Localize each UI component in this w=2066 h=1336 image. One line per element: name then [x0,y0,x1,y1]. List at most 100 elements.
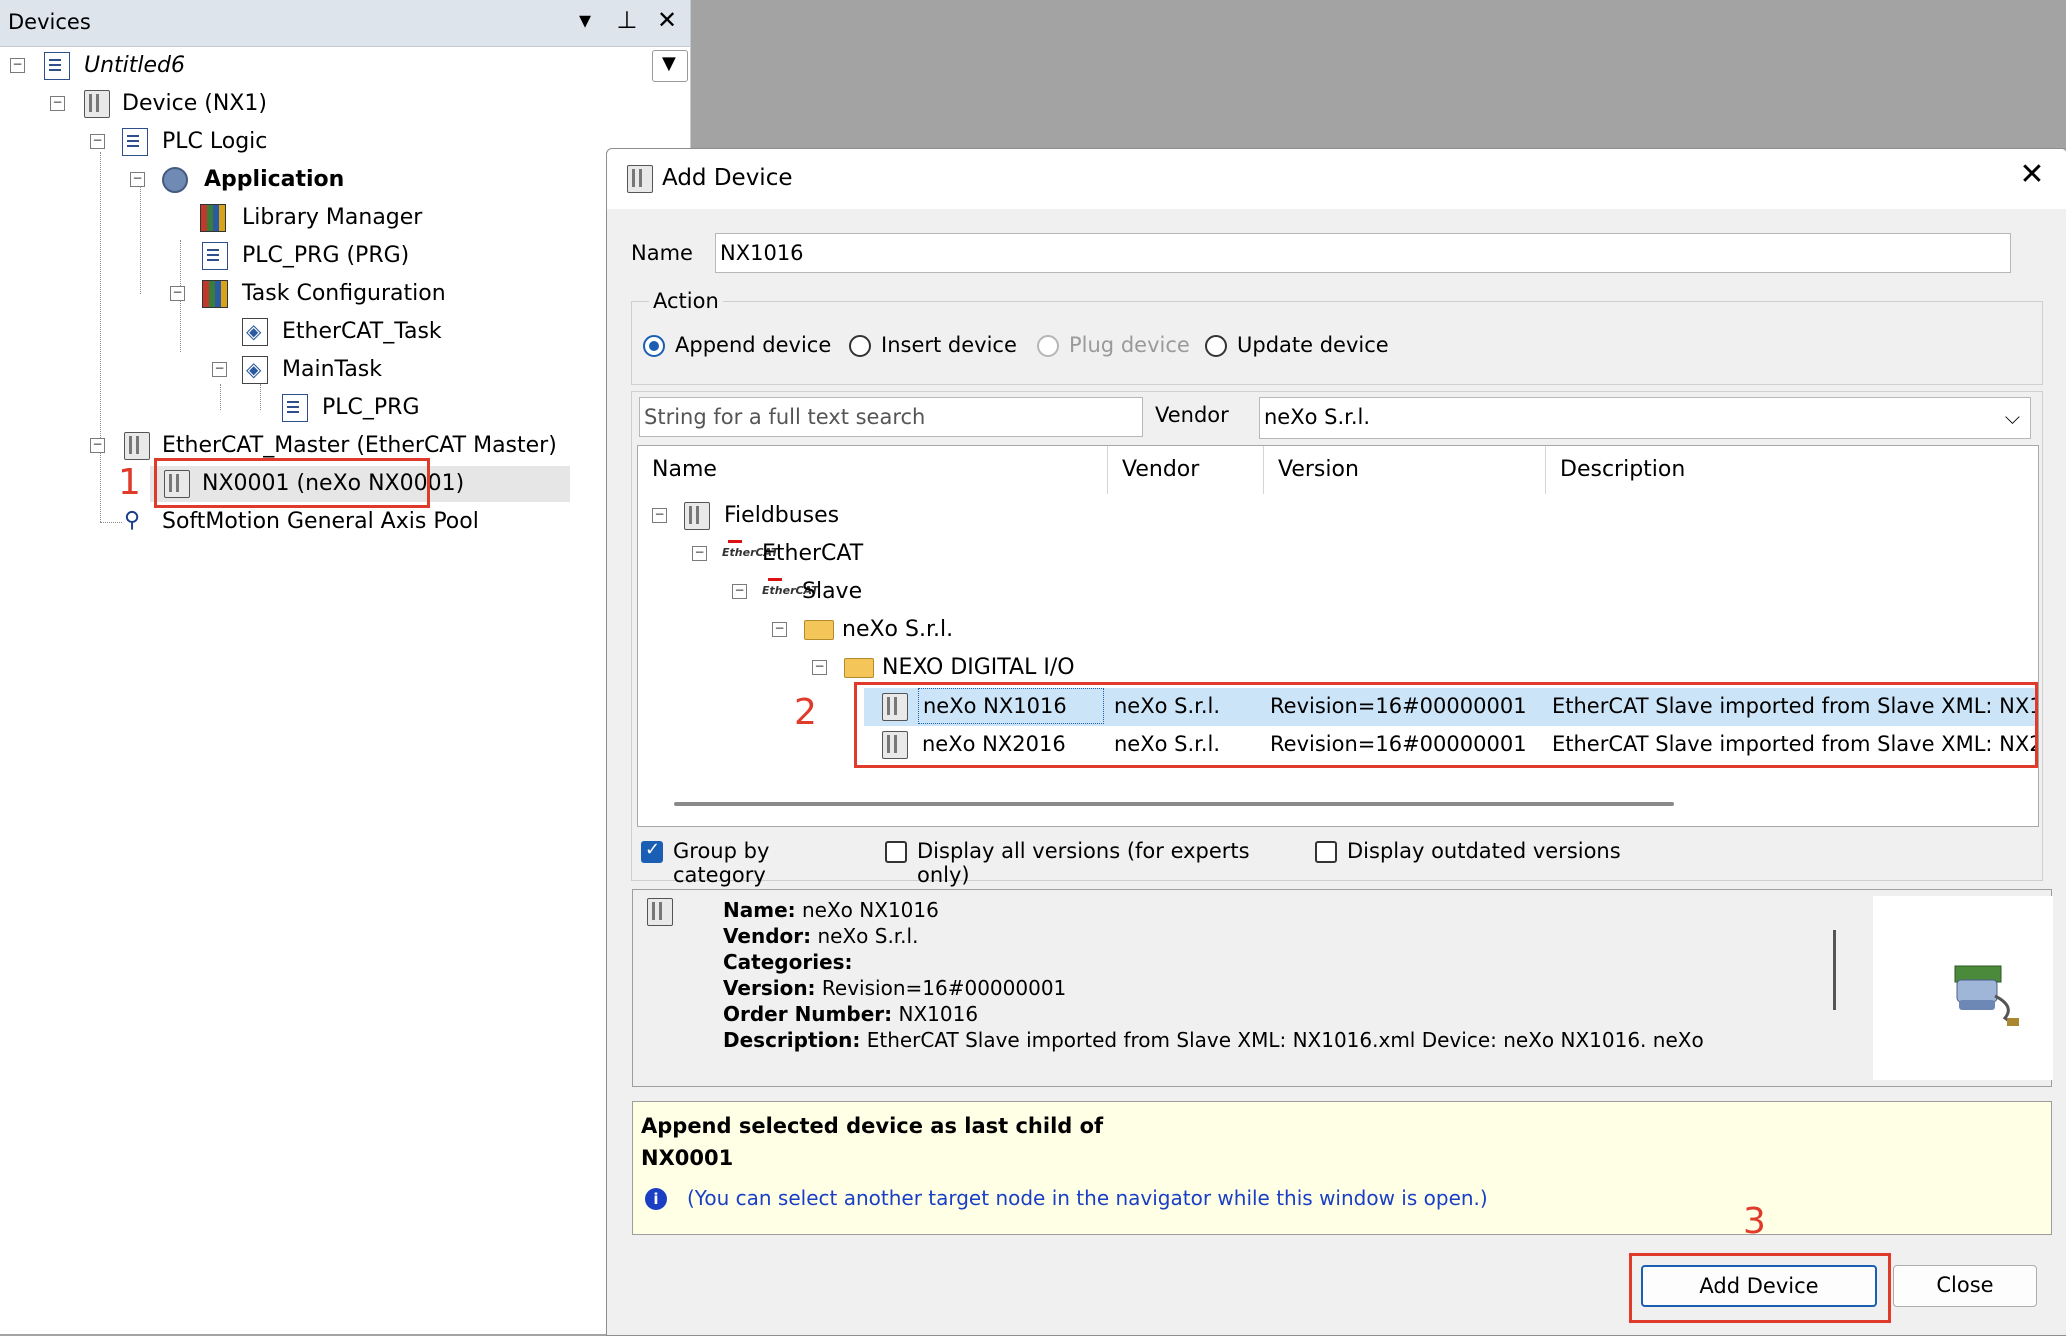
catalog-item-label: Slave [802,579,863,604]
info-scrollbar[interactable] [1833,930,1836,1010]
collapse-icon[interactable]: − [90,134,105,149]
device-info-panel: Name: neXo NX1016 Vendor: neXo S.r.l. Ca… [632,889,2053,1087]
annotation-number-1: 1 [118,462,141,503]
display-all-versions-checkbox[interactable]: Display all versions (for experts only) [885,839,1305,887]
tree-item-application[interactable]: − Application [0,162,680,198]
device-icon [84,90,110,118]
annotation-box-2 [854,682,2038,768]
collapse-icon[interactable]: − [50,96,65,111]
collapse-icon[interactable]: − [732,584,747,599]
radio-label: Plug device [1069,333,1190,357]
library-icon [200,204,226,232]
dropdown-arrow-icon[interactable]: ▾ [570,6,600,34]
tree-item-label: EtherCAT_Task [282,319,442,344]
collapse-icon[interactable]: − [130,172,145,187]
close-icon[interactable]: ✕ [2012,157,2052,192]
tree-item-label: Application [204,167,345,192]
checkbox-unchecked[interactable] [1315,841,1337,863]
ethercat-icon: EtherCAT [722,540,779,566]
checkbox-unchecked[interactable] [885,841,907,863]
catalog-item-slave[interactable]: − EtherCAT Slave [638,574,2038,610]
catalog-item-vendor-folder[interactable]: − neXo S.r.l. [638,612,2038,648]
project-icon [44,52,70,80]
collapse-icon[interactable]: − [772,622,787,637]
collapse-icon[interactable]: − [692,546,707,561]
plug-device-radio: Plug device [1037,333,1197,363]
fieldbus-icon [684,502,710,530]
collapse-icon[interactable]: − [170,286,185,301]
tree-item-plc-logic[interactable]: − PLC Logic [0,124,680,160]
tree-item-label: MainTask [282,357,382,382]
update-device-radio[interactable]: Update device [1205,333,1405,363]
name-input[interactable]: NX1016 [715,233,2011,273]
vendor-label: Vendor [1155,403,1229,427]
task-configuration-icon [202,280,228,308]
dialog-title: Add Device [662,165,793,191]
close-icon[interactable]: ✕ [652,6,682,34]
checkbox-label: Display all versions (for experts only) [917,839,1250,887]
radio-selected[interactable] [643,335,665,357]
group-by-category-checkbox[interactable]: Group by category [641,839,861,887]
device-catalog-list[interactable]: Name Vendor Version Description − Fieldb… [637,445,2039,827]
collapse-icon[interactable]: − [212,362,227,377]
column-header-name[interactable]: Name [638,446,1108,494]
column-header-version[interactable]: Version [1264,446,1546,494]
collapse-icon[interactable]: − [812,660,827,675]
tree-item-project[interactable]: − Untitled6 [0,48,680,84]
tree-item-softmotion[interactable]: ⚲ SoftMotion General Axis Pool [0,504,680,540]
catalog-item-ethercat[interactable]: − EtherCAT EtherCAT [638,536,2038,572]
tree-item-plc-prg[interactable]: PLC_PRG (PRG) [0,238,680,274]
tree-item-device[interactable]: − Device (NX1) [0,86,680,122]
annotation-box-3 [1629,1253,1891,1323]
tree-item-label: Library Manager [242,205,423,230]
catalog-item-label: NEXO DIGITAL I/O [882,655,1075,680]
devices-panel: Devices ▾ ⊥ ✕ ▼ − Untitled6 − Device (NX… [0,0,691,1334]
append-hint-panel: Append selected device as last child of … [632,1101,2052,1235]
tree-item-label: PLC_PRG (PRG) [242,243,410,268]
tree-item-ethercat-task[interactable]: EtherCAT_Task [0,313,680,350]
hint-line-2: NX0001 [641,1146,734,1170]
tree-item-label: SoftMotion General Axis Pool [162,509,479,534]
checkbox-label: Display outdated versions [1347,839,1621,863]
tree-item-library-manager[interactable]: Library Manager [0,200,680,236]
task-icon [242,313,268,349]
radio-unselected[interactable] [849,335,871,357]
catalog-item-fieldbuses[interactable]: − Fieldbuses [638,498,2038,534]
append-device-radio[interactable]: Append device [643,333,843,363]
insert-device-radio[interactable]: Insert device [849,333,1019,363]
radio-unselected[interactable] [1205,335,1227,357]
search-input[interactable]: String for a full text search [639,397,1143,437]
device-icon [627,165,653,193]
collapse-icon[interactable]: − [10,58,25,73]
task-icon [242,351,268,387]
device-icon [647,898,673,926]
column-header-vendor[interactable]: Vendor [1108,446,1264,494]
folder-icon [844,658,874,678]
radio-disabled [1037,335,1059,357]
tree-item-main-task[interactable]: − MainTask [0,351,680,388]
collapse-icon[interactable]: − [90,438,105,453]
device-module-icon [1954,965,2019,1026]
info-vendor: Vendor: neXo S.r.l. [723,924,919,948]
vendor-select-value: neXo S.r.l. [1264,405,1371,429]
pin-icon[interactable]: ⊥ [612,6,642,34]
display-outdated-versions-checkbox[interactable]: Display outdated versions [1315,839,1635,869]
tree-item-main-task-prg[interactable]: PLC_PRG [0,390,680,426]
horizontal-scrollbar[interactable] [674,802,1674,806]
checkbox-label: Group by category [673,839,770,887]
tree-item-task-configuration[interactable]: − Task Configuration [0,276,680,312]
plc-logic-icon [122,128,148,156]
chevron-down-icon: ⌵ [2004,405,2020,429]
tree-item-label: PLC_PRG [322,395,420,420]
column-header-description[interactable]: Description [1546,446,2038,494]
catalog-item-category-folder[interactable]: − NEXO DIGITAL I/O [638,650,2038,686]
checkbox-checked[interactable] [641,839,663,863]
tree-item-label: Device (NX1) [122,91,267,116]
close-button[interactable]: Close [1893,1265,2037,1307]
info-order-number: Order Number: NX1016 [723,1002,979,1026]
collapse-icon[interactable]: − [652,508,667,523]
radio-label: Update device [1237,333,1389,357]
devices-panel-title: Devices [8,10,91,34]
radio-label: Insert device [881,333,1017,357]
vendor-select[interactable]: neXo S.r.l. ⌵ [1259,397,2031,439]
